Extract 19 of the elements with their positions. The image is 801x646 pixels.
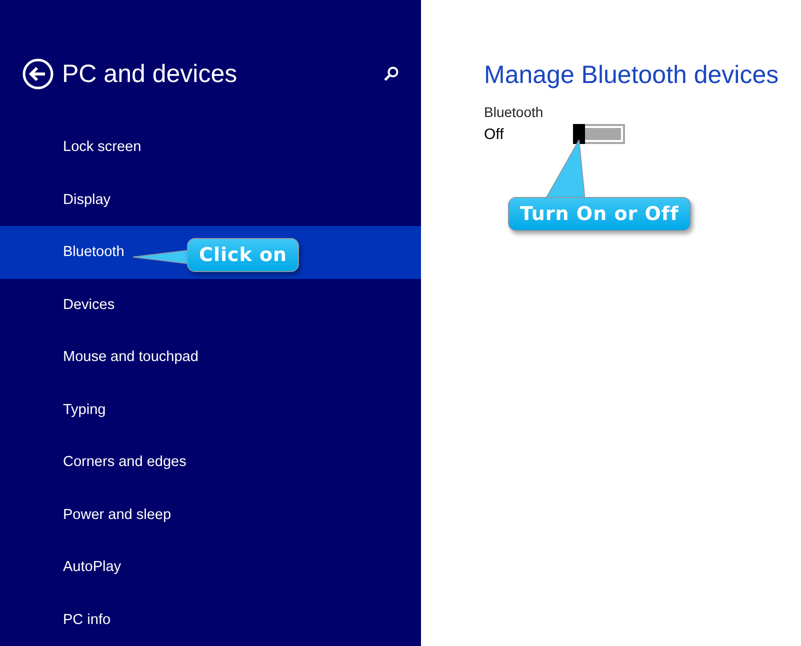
sidebar-item[interactable]: Corners and edges bbox=[0, 436, 421, 488]
sidebar-item[interactable]: Mouse and touchpad bbox=[0, 331, 421, 384]
setting-label: Bluetooth bbox=[484, 104, 544, 120]
toggle-switch[interactable] bbox=[573, 124, 625, 144]
sidebar-item[interactable]: Display bbox=[0, 174, 421, 226]
sidebar-item[interactable]: PC info bbox=[0, 594, 421, 646]
callout-label: Click on bbox=[187, 238, 300, 272]
back-icon[interactable] bbox=[22, 58, 54, 90]
sidebar-item[interactable]: Lock screen bbox=[0, 121, 421, 174]
sidebar-item[interactable]: Typing bbox=[0, 384, 421, 436]
page-title: Manage Bluetooth devices bbox=[484, 60, 780, 91]
sidebar-item[interactable]: Power and sleep bbox=[0, 488, 421, 541]
toggle-state: Off bbox=[484, 126, 505, 142]
search-icon[interactable] bbox=[383, 66, 399, 82]
sidebar-item[interactable]: Devices bbox=[0, 278, 421, 331]
callout-label: Turn On or Off bbox=[508, 197, 691, 231]
sidebar-title: PC and devices bbox=[62, 59, 238, 90]
sidebar-item[interactable]: AutoPlay bbox=[0, 541, 421, 594]
callout-pointer bbox=[545, 140, 585, 200]
